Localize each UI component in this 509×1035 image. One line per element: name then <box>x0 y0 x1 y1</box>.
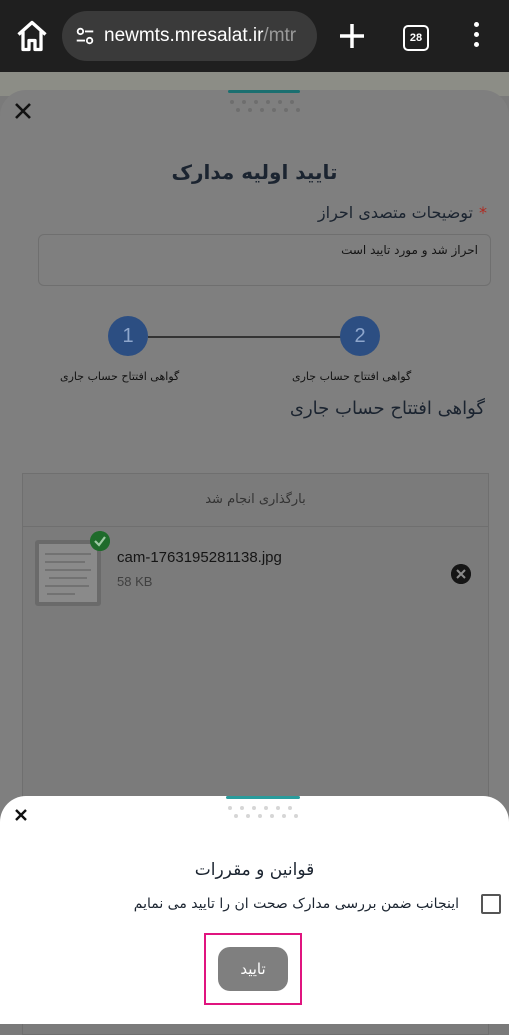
site-settings-icon[interactable] <box>74 25 96 47</box>
url-path: /mtr <box>263 25 297 46</box>
more-vert-icon[interactable] <box>470 22 482 50</box>
file-thumbnail[interactable] <box>35 540 101 606</box>
close-icon[interactable] <box>12 806 30 824</box>
notes-textarea[interactable]: احراز شد و مورد تایید است <box>38 234 491 286</box>
agreement-text: اینجانب ضمن بررسی مدارک صحت ان را تایید … <box>133 896 459 912</box>
confirm-button[interactable]: تایید <box>218 947 288 991</box>
sheet-handle-dots <box>230 100 300 112</box>
file-size: 58 KB <box>117 574 153 589</box>
highlight-frame: تایید <box>204 933 302 1005</box>
agreement-checkbox[interactable] <box>481 894 501 914</box>
notes-label-text: توضیحات متصدی احراز <box>317 203 473 222</box>
step-circle-1[interactable]: 1 <box>108 316 148 356</box>
sheet-handle[interactable] <box>228 90 300 93</box>
home-icon[interactable] <box>14 18 50 54</box>
step-label-2: گواهی افتتاح حساب جاری <box>292 370 412 383</box>
file-name: cam-1763195281138.jpg <box>117 549 282 566</box>
agreement-row: اینجانب ضمن بررسی مدارک صحت ان را تایید … <box>134 894 501 914</box>
section-title: گواهی افتتاح حساب جاری <box>289 398 485 419</box>
tab-switcher-icon[interactable]: 28 <box>403 25 429 51</box>
check-circle-icon <box>90 531 110 551</box>
page-title: تایید اولیه مدارک <box>171 160 338 184</box>
step-circle-2[interactable]: 2 <box>340 316 380 356</box>
sheet-handle-dots <box>228 806 298 818</box>
notes-label: * توضیحات متصدی احراز <box>318 203 487 222</box>
step-label-1: گواهی افتتاح حساب جاری <box>60 370 180 383</box>
address-bar[interactable]: newmts.mresalat.ir/mtr <box>62 11 317 61</box>
upload-status: بارگذاری انجام شد <box>23 474 488 527</box>
rules-title: قوانین و مقررات <box>194 860 315 880</box>
browser-toolbar: newmts.mresalat.ir/mtr 28 <box>0 0 509 72</box>
url-host: newmts.mresalat.ir <box>104 25 264 46</box>
stepper-connector <box>148 336 342 338</box>
rules-sheet: قوانین و مقررات اینجانب ضمن بررسی مدارک … <box>0 796 509 1024</box>
close-icon[interactable] <box>12 100 34 122</box>
remove-icon[interactable] <box>451 564 471 584</box>
required-asterisk: * <box>479 203 487 222</box>
plus-icon[interactable] <box>336 20 368 52</box>
notes-value: احراز شد و مورد تایید است <box>341 243 478 257</box>
url-text: newmts.mresalat.ir/mtr <box>104 25 296 47</box>
sheet-handle[interactable] <box>226 796 300 799</box>
